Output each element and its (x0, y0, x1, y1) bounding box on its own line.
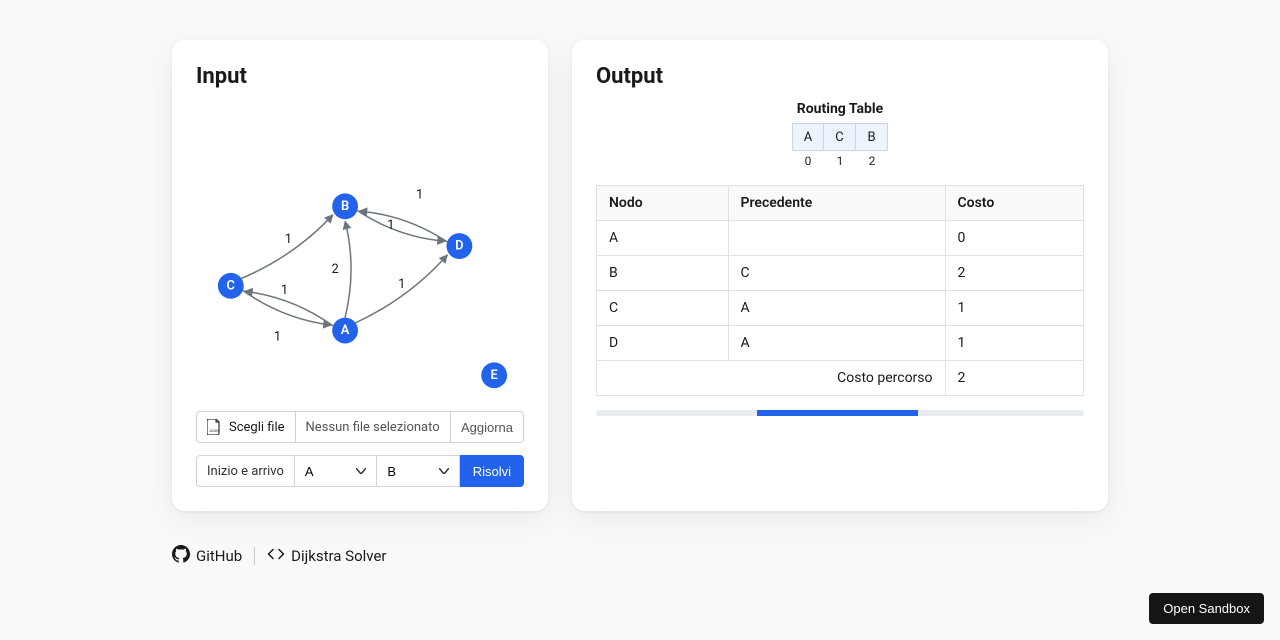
svg-text:JSON: JSON (209, 428, 219, 433)
file-choose-button[interactable]: JSON Scegli file (196, 411, 295, 443)
output-panel: Output Routing Table ACB 012 Nodo Preced… (572, 40, 1108, 511)
result-table: Nodo Precedente Costo A0BC2CA1DA1 Costo … (596, 185, 1084, 396)
routing-cell: B (856, 123, 888, 151)
table-row: DA1 (597, 326, 1084, 361)
file-name-display: Nessun file selezionato (295, 411, 450, 443)
table-cell: 1 (945, 291, 1083, 326)
progress-bar (596, 410, 1084, 416)
table-cell: C (728, 256, 945, 291)
col-node: Nodo (597, 186, 729, 221)
table-cell: 0 (945, 221, 1083, 256)
output-title: Output (596, 64, 1084, 89)
solver-label: Dijkstra Solver (291, 547, 386, 565)
table-row: CA1 (597, 291, 1084, 326)
route-label: Inizio e arrivo (196, 455, 295, 487)
routing-index: 1 (824, 151, 856, 171)
edge-weight: 1 (398, 277, 405, 292)
routing-index: 0 (792, 151, 824, 171)
table-cell: A (728, 291, 945, 326)
graph-node-label: D (455, 239, 463, 254)
edge-weight: 1 (416, 187, 423, 202)
table-cell: 1 (945, 326, 1083, 361)
table-cell (728, 221, 945, 256)
route-row: Inizio e arrivo A B Risolvi (196, 455, 524, 487)
routing-index: 2 (856, 151, 888, 171)
graph-node-label: A (341, 323, 350, 338)
table-cell: A (728, 326, 945, 361)
graph-node-label: E (491, 368, 498, 383)
graph-edge (245, 291, 333, 326)
routing-cell: C (824, 123, 856, 151)
file-choose-label: Scegli file (229, 420, 285, 435)
col-prev: Precedente (728, 186, 945, 221)
code-icon (267, 545, 285, 567)
routing-cell: A (792, 123, 824, 151)
solver-link[interactable]: Dijkstra Solver (267, 545, 386, 567)
graph-canvas[interactable]: 1 2 1 1 1 1 1 A B C D E (196, 101, 524, 411)
table-cell: D (597, 326, 729, 361)
graph-edge (357, 211, 445, 242)
start-select[interactable]: A (295, 455, 377, 487)
input-title: Input (196, 64, 524, 89)
edge-weight: 1 (274, 329, 281, 344)
file-upload-row: JSON Scegli file Nessun file selezionato… (196, 411, 524, 443)
col-cost: Costo (945, 186, 1083, 221)
graph-edge (345, 221, 351, 317)
table-row: BC2 (597, 256, 1084, 291)
footer: GitHub Dijkstra Solver (172, 545, 1280, 567)
footer-divider (254, 547, 255, 565)
table-cell: A (597, 221, 729, 256)
edge-weight: 2 (332, 262, 339, 277)
edge-weight: 1 (285, 232, 292, 247)
path-cost-value: 2 (945, 361, 1083, 396)
solve-button[interactable]: Risolvi (460, 455, 524, 487)
end-select[interactable]: B (377, 455, 459, 487)
refresh-button[interactable]: Aggiorna (450, 411, 524, 443)
graph-edge (359, 211, 447, 242)
routing-table-title: Routing Table (596, 101, 1084, 117)
table-cell: B (597, 256, 729, 291)
routing-table: ACB 012 (792, 123, 888, 171)
graph-node-label: B (341, 199, 349, 214)
file-json-icon: JSON (207, 419, 221, 435)
table-cell: C (597, 291, 729, 326)
progress-fill (757, 410, 918, 416)
table-row: A0 (597, 221, 1084, 256)
open-sandbox-button[interactable]: Open Sandbox (1149, 593, 1264, 624)
table-cell: 2 (945, 256, 1083, 291)
github-icon (172, 545, 190, 567)
edge-weight: 1 (281, 283, 288, 298)
github-link[interactable]: GitHub (172, 545, 242, 567)
input-panel: Input 1211111 ABCDE JSON Scegli file (172, 40, 548, 511)
path-cost-label: Costo percorso (597, 361, 946, 396)
edge-weight: 1 (387, 218, 394, 233)
github-label: GitHub (196, 547, 242, 565)
graph-node-label: C (227, 278, 235, 293)
